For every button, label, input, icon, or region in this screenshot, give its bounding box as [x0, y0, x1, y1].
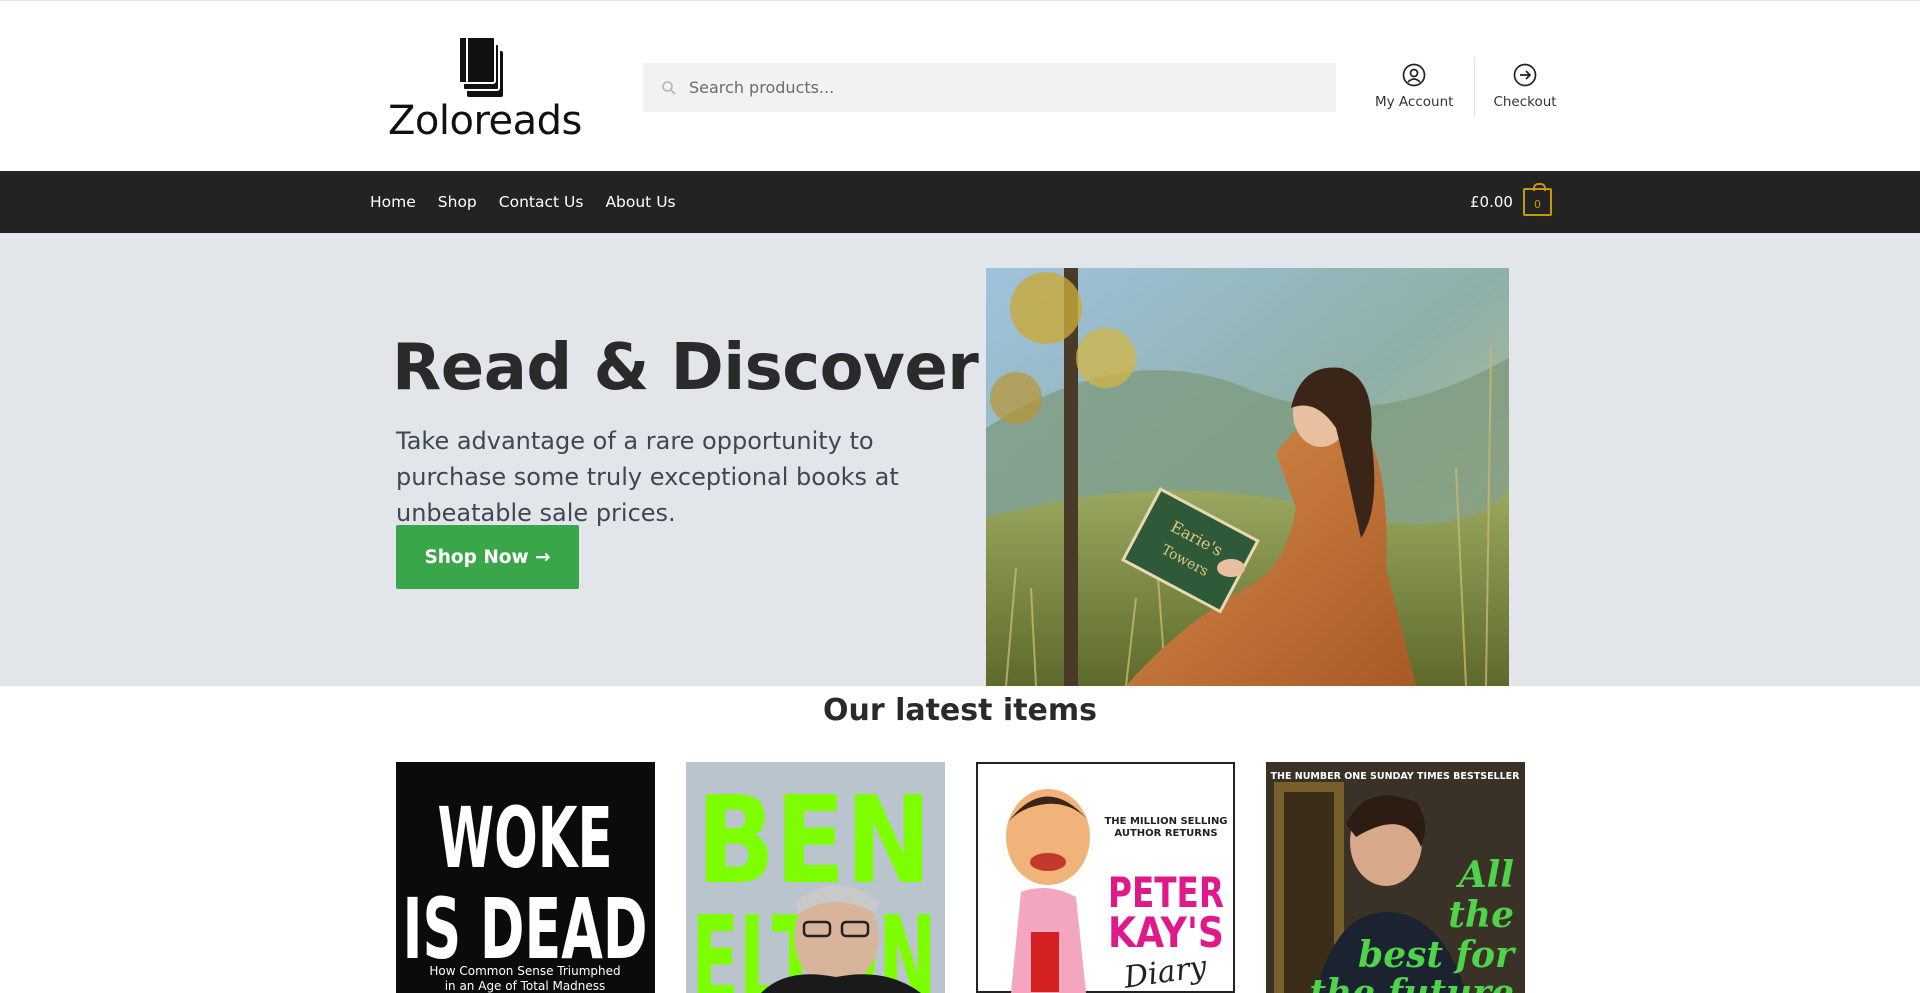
- cover-title-line-2: KAY'S: [1108, 908, 1224, 957]
- cover-title-line-2: the: [1448, 894, 1514, 936]
- arrow-right-circle-icon: [1513, 63, 1537, 87]
- nav-item-shop[interactable]: Shop: [438, 193, 477, 211]
- hero-title: Read & Discover: [392, 331, 979, 405]
- cover-title-line-3: best for: [1358, 934, 1517, 976]
- cart-bag-icon: 0: [1522, 183, 1552, 216]
- latest-items-title: Our latest items: [822, 693, 1098, 728]
- user-circle-icon: [1402, 63, 1426, 87]
- cover-top-line-2: AUTHOR RETURNS: [1114, 828, 1217, 839]
- cover-title-line-1: WOKE: [438, 789, 613, 887]
- cover-subtitle-1: How Common Sense Triumphed: [429, 964, 620, 978]
- nav-item-home[interactable]: Home: [370, 193, 416, 211]
- shop-now-button[interactable]: Shop Now →: [396, 525, 579, 589]
- checkout-link[interactable]: Checkout: [1474, 57, 1571, 117]
- hero-banner: Read & Discover Take advantage of a rare…: [0, 233, 1920, 686]
- cart-total: £0.00: [1470, 193, 1513, 211]
- search-box[interactable]: [643, 63, 1336, 112]
- logo-text: Zoloreads: [388, 98, 582, 144]
- my-account-label: My Account: [1375, 94, 1454, 110]
- site-header: Zoloreads My Account Checkout: [0, 0, 1920, 171]
- product-card-woke-is-dead[interactable]: WOKE IS DEAD How Common Sense Triumphed …: [396, 762, 655, 993]
- header-links: My Account Checkout: [1360, 57, 1572, 117]
- cover-subtitle-2: in an Age of Total Madness: [445, 979, 606, 993]
- cover-title-line-4: the future: [1309, 972, 1514, 993]
- cart-count: 0: [1533, 198, 1541, 211]
- cover-title-line-1: All: [1456, 854, 1514, 896]
- product-card-ben-elton[interactable]: BEN ELTON: [686, 762, 945, 993]
- primary-navigation: Home Shop Contact Us About Us £0.00 0: [0, 171, 1920, 233]
- my-account-link[interactable]: My Account: [1360, 57, 1468, 117]
- product-card-peter-kays-diary[interactable]: THE MILLION SELLING AUTHOR RETURNS PETER…: [976, 762, 1235, 993]
- product-card-all-the-best-for-the-future[interactable]: THE NUMBER ONE SUNDAY TIMES BESTSELLER A…: [1266, 762, 1525, 993]
- cover-top-line-1: THE MILLION SELLING: [1104, 816, 1227, 827]
- hero-text: Take advantage of a rare opportunity to …: [396, 427, 899, 527]
- cart-link[interactable]: £0.00 0: [1470, 183, 1552, 216]
- search-icon: [662, 80, 676, 95]
- cover-top: THE NUMBER ONE SUNDAY TIMES BESTSELLER: [1271, 771, 1521, 782]
- product-grid: WOKE IS DEAD How Common Sense Triumphed …: [396, 762, 1556, 993]
- nav-item-contact-us[interactable]: Contact Us: [499, 193, 584, 211]
- nav-item-about-us[interactable]: About Us: [605, 193, 675, 211]
- site-logo[interactable]: Zoloreads: [388, 37, 582, 141]
- hero-image-woman-reading: Earie's Towers: [986, 268, 1509, 686]
- nav-menu: Home Shop Contact Us About Us: [370, 171, 698, 233]
- books-logo-icon: [459, 37, 503, 97]
- search-input[interactable]: [689, 78, 1309, 97]
- checkout-label: Checkout: [1493, 94, 1557, 110]
